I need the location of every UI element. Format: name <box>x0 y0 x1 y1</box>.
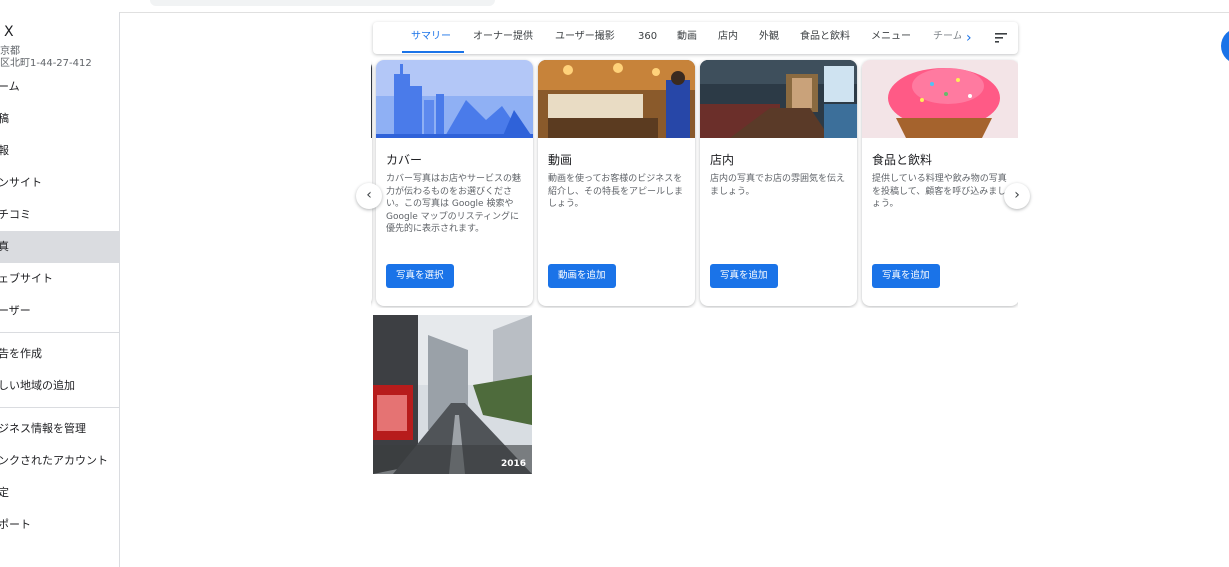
chevron-left-icon[interactable]: ‹ <box>356 183 382 209</box>
card-description: カバー写真はお店やサービスの魅力が伝わるものをお選びください。この写真は Goo… <box>386 174 522 234</box>
card-description: 動画を使ってお客様のビジネスを紹介し、その特長をアピールしましょう。 <box>548 174 684 209</box>
sidebar-item-label: 告を作成 <box>0 347 42 360</box>
search-box-edge[interactable] <box>150 0 495 6</box>
card-title: 食品と飲料 <box>872 153 933 167</box>
sidebar-item-label: ンクされたアカウント <box>0 454 108 467</box>
select-photo-button[interactable]: 写真を選択 <box>386 264 454 288</box>
card-food-drink: 食品と飲料 提供している料理や飲み物の写真を投稿して、顧客を呼び込みましょう。 … <box>862 60 1018 306</box>
photo-year: 2016 <box>500 459 526 469</box>
sidebar-item-add-location[interactable]: しい地域の追加 <box>0 370 119 402</box>
sidebar-item-posts[interactable]: 稿 <box>0 103 119 135</box>
top-bar <box>0 0 1229 13</box>
sort-icon[interactable] <box>993 31 1009 45</box>
card-title: 動画 <box>548 153 573 167</box>
sidebar-item-label: 報 <box>0 144 9 157</box>
chevron-right-icon[interactable]: › <box>966 30 972 46</box>
sidebar-item-label: ジネス情報を管理 <box>0 422 86 435</box>
sidebar-item-settings[interactable]: 定 <box>0 477 119 509</box>
sidebar-item-label: ェブサイト <box>0 272 53 285</box>
city-skyline-illustration <box>376 60 533 138</box>
tab-menu[interactable]: メニュー <box>871 22 911 54</box>
sidebar-divider <box>0 407 119 408</box>
cupcake-photo <box>862 60 1018 138</box>
tab-360[interactable]: 360 <box>638 22 657 54</box>
street-view-photo[interactable]: 2016 <box>373 315 532 474</box>
tab-food-drink[interactable]: 食品と飲料 <box>800 22 850 54</box>
sidebar-item-label: ーザー <box>0 304 31 317</box>
tab-owner[interactable]: オーナー提供 <box>473 22 533 54</box>
sidebar-item-website[interactable]: ェブサイト <box>0 263 119 295</box>
tab-user[interactable]: ユーザー撮影 <box>555 22 615 54</box>
sidebar-item-insights[interactable]: ンサイト <box>0 167 119 199</box>
tab-video[interactable]: 動画 <box>677 22 697 54</box>
card-description: 提供している料理や飲み物の写真を投稿して、顧客を呼び込みましょう。 <box>872 174 1007 209</box>
business-name: X <box>4 24 14 40</box>
sidebar-item-label: 稿 <box>0 112 9 125</box>
add-photo-button[interactable]: 写真を追加 <box>710 264 778 288</box>
card-cover: カバー カバー写真はお店やサービスの魅力が伝わるものをお選びください。この写真は… <box>376 60 533 306</box>
restaurant-interior-photo <box>700 60 857 138</box>
tab-exterior[interactable]: 外観 <box>759 22 779 54</box>
sidebar-item-info[interactable]: 報 <box>0 135 119 167</box>
sidebar-item-label: 定 <box>0 486 9 499</box>
card-video: 動画 動画を使ってお客様のビジネスを紹介し、その特長をアピールしましょう。 動画… <box>538 60 695 306</box>
street-scene-image <box>373 315 532 474</box>
account-avatar-edge[interactable] <box>1221 28 1229 64</box>
card-interior: 店内 店内の写真でお店の雰囲気を伝えましょう。 写真を追加 <box>700 60 857 306</box>
card-title: カバー <box>386 153 423 167</box>
sidebar-item-users[interactable]: ーザー <box>0 295 119 327</box>
sidebar-item-support[interactable]: ポート <box>0 509 119 541</box>
sidebar-divider <box>0 332 119 333</box>
business-address-line2: 区北町1-44-27-412 <box>0 58 92 69</box>
add-video-button[interactable]: 動画を追加 <box>548 264 616 288</box>
tab-summary[interactable]: サマリー <box>411 22 451 54</box>
sidebar-item-label: 真 <box>0 240 9 253</box>
sidebar: X 京都 区北町1-44-27-412 ーム 稿 報 ンサイト チコミ 真 ェブ… <box>0 12 120 567</box>
sidebar-item-linked-accounts[interactable]: ンクされたアカウント <box>0 445 119 477</box>
photo-category-tabs: サマリー オーナー提供 ユーザー撮影 360 動画 店内 外観 食品と飲料 メニ… <box>373 22 1018 54</box>
sidebar-item-label: しい地域の追加 <box>0 379 75 392</box>
photo-carousel: カバー カバー写真はお店やサービスの魅力が伝わるものをお選びください。この写真は… <box>371 58 1018 308</box>
sidebar-item-reviews[interactable]: チコミ <box>0 199 119 231</box>
sidebar-item-label: チコミ <box>0 208 31 221</box>
card-description: 店内の写真でお店の雰囲気を伝えましょう。 <box>710 174 846 197</box>
sidebar-item-manage-business[interactable]: ジネス情報を管理 <box>0 413 119 445</box>
sidebar-item-photos[interactable]: 真 <box>0 231 119 263</box>
active-tab-indicator <box>402 51 464 53</box>
add-photo-button[interactable]: 写真を追加 <box>872 264 940 288</box>
cafe-counter-photo <box>538 60 695 138</box>
sidebar-item-create-ad[interactable]: 告を作成 <box>0 338 119 370</box>
sidebar-item-label: ンサイト <box>0 176 42 189</box>
chevron-right-icon[interactable]: › <box>1004 183 1030 209</box>
tab-interior[interactable]: 店内 <box>718 22 738 54</box>
sidebar-item-home[interactable]: ーム <box>0 71 119 103</box>
sidebar-item-label: ポート <box>0 518 31 531</box>
card-title: 店内 <box>710 153 735 167</box>
sidebar-item-label: ーム <box>0 80 20 93</box>
tab-team[interactable]: チーム <box>933 22 961 54</box>
